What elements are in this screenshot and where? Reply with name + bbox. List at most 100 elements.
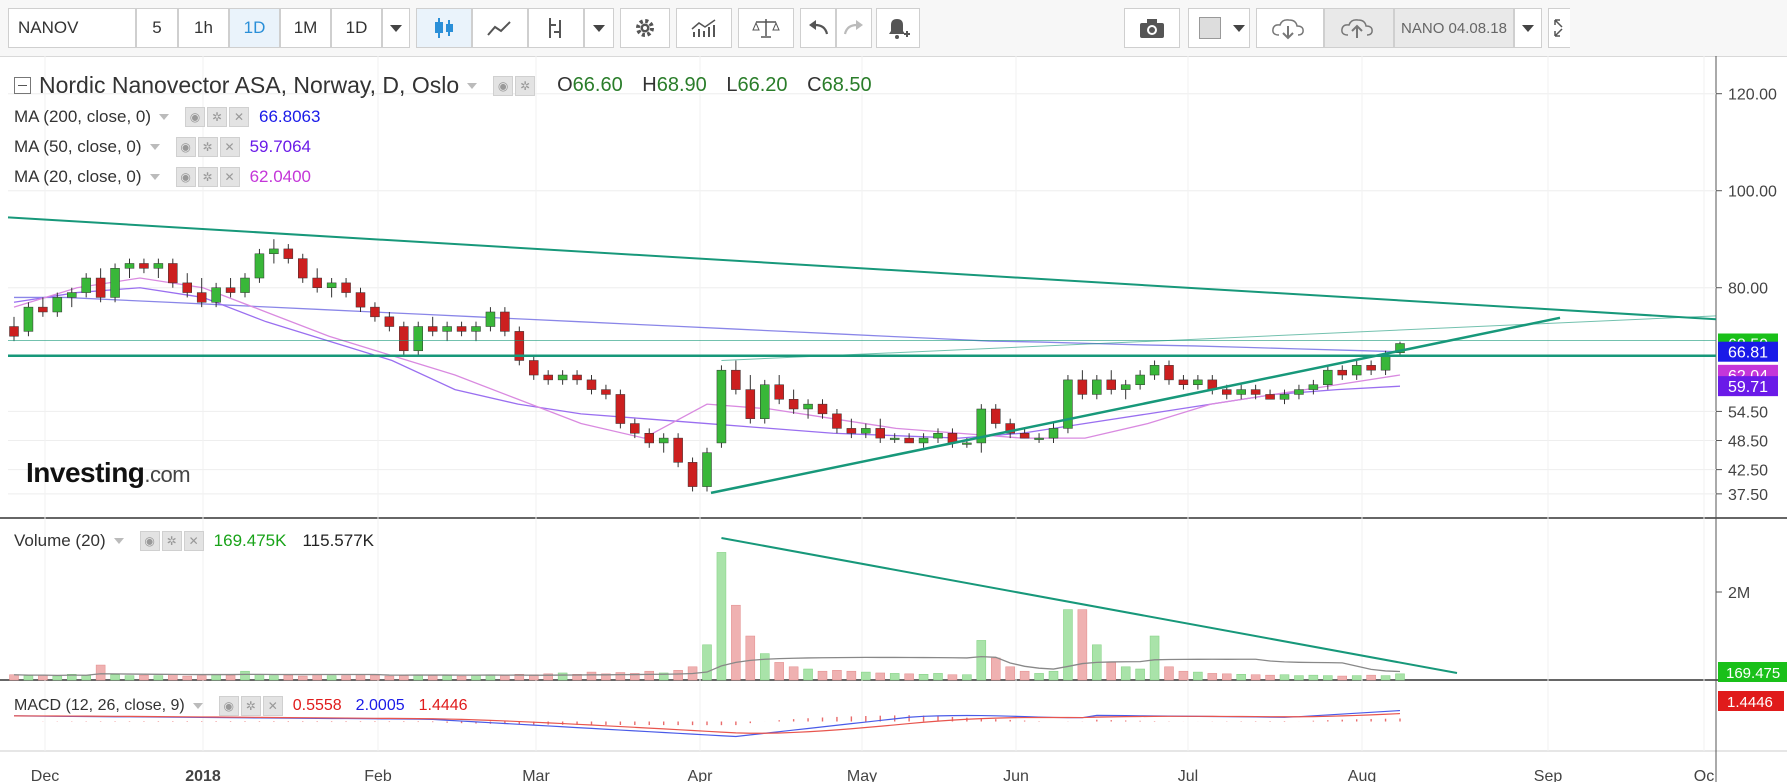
macd-histogram-value: 0.5558	[292, 697, 342, 714]
interval-1d-button[interactable]: 1D	[229, 8, 280, 48]
volume-bar	[81, 675, 91, 681]
eye-icon[interactable]: ◉	[185, 107, 206, 127]
eye-icon[interactable]: ◉	[175, 167, 196, 187]
chart-style-candles-button[interactable]	[416, 8, 472, 48]
volume-bar	[1380, 675, 1391, 681]
eye-icon[interactable]: ◉	[218, 696, 239, 716]
chart-grid	[0, 56, 1787, 782]
close-icon[interactable]: ✕	[219, 167, 240, 187]
candle-body	[1106, 379, 1116, 390]
chevron-down-icon[interactable]	[467, 82, 478, 89]
fullscreen-button[interactable]	[1548, 8, 1570, 48]
chevron-down-icon[interactable]	[192, 703, 203, 709]
candle-body	[543, 374, 553, 381]
chart-area[interactable]: 120.00 100.00 80.00 54.50 48.50 42.50 37.50 Dec…	[0, 56, 1787, 782]
candle-body	[95, 277, 106, 298]
candle-body	[1323, 369, 1333, 385]
studies-icon	[691, 19, 716, 37]
saved-layout-dropdown[interactable]	[1514, 8, 1542, 48]
chevron-down-icon	[593, 24, 605, 32]
candle-body	[1120, 384, 1131, 390]
volume-bar	[933, 673, 943, 681]
chart-style-dropdown[interactable]	[584, 8, 614, 48]
gear-icon[interactable]: ✲	[197, 137, 218, 157]
save-chart-button[interactable]	[1324, 8, 1394, 48]
legend-controls: ◉ ✲ ✕	[185, 107, 250, 127]
volume-bar	[196, 675, 207, 681]
interval-custom-button[interactable]: 1D	[331, 8, 382, 48]
legend-controls: ◉ ✲	[493, 75, 536, 96]
candle-body	[817, 403, 828, 415]
volume-bar	[1236, 674, 1246, 681]
compare-button[interactable]	[738, 8, 794, 48]
candle-body	[1380, 355, 1391, 371]
load-chart-button[interactable]	[1256, 8, 1324, 48]
volume-bar	[110, 674, 120, 681]
volume-bar	[586, 671, 597, 681]
collapse-icon[interactable]	[14, 77, 31, 94]
interval-5-button[interactable]: 5	[136, 8, 178, 48]
alert-button[interactable]	[876, 8, 920, 48]
volume-value: 169.475K	[213, 531, 287, 550]
gear-icon[interactable]: ✲	[207, 107, 228, 127]
eye-icon[interactable]: ◉	[175, 137, 196, 157]
candle-body	[529, 360, 539, 376]
volume-bar	[355, 674, 366, 681]
volume-legend: Volume (20) ◉ ✲ ✕ 169.475K 115.577K	[14, 531, 374, 551]
candle-body	[1077, 379, 1088, 395]
volume-bar	[269, 675, 279, 681]
ma50-legend: MA (50, close, 0) ◉ ✲ ✕ 59.7064	[14, 137, 311, 157]
undo-button[interactable]	[800, 8, 836, 48]
volume-bar	[1337, 675, 1347, 681]
candle-body	[442, 326, 452, 332]
interval-dropdown-button[interactable]	[382, 8, 410, 48]
interval-1h-button[interactable]: 1h	[178, 8, 229, 48]
volume-bar	[1351, 675, 1362, 681]
chart-style-line-button[interactable]	[472, 8, 528, 48]
candle-body	[1092, 379, 1102, 395]
close-icon[interactable]: ✕	[262, 696, 283, 716]
close-icon[interactable]: ✕	[183, 531, 204, 551]
moving-average-lines	[13, 277, 1401, 439]
volume-bar	[1222, 673, 1232, 681]
eye-icon[interactable]: ◉	[493, 75, 514, 96]
candle-body	[630, 423, 640, 434]
color-picker-button[interactable]	[1188, 8, 1250, 48]
volume-bar	[1279, 674, 1290, 681]
gear-icon[interactable]: ✲	[197, 167, 218, 187]
close-label: C	[807, 74, 822, 96]
volume-bar	[240, 670, 250, 681]
candle-body	[38, 306, 48, 313]
studies-button[interactable]	[676, 8, 732, 48]
gear-icon[interactable]: ✲	[161, 531, 182, 551]
chevron-down-icon[interactable]	[159, 114, 170, 120]
line-chart-icon	[487, 21, 511, 36]
volume-bar	[1265, 674, 1275, 681]
candle-body	[153, 263, 164, 269]
settings-button[interactable]	[620, 8, 670, 48]
screenshot-button[interactable]	[1124, 8, 1180, 48]
chevron-down-icon[interactable]	[149, 144, 160, 150]
gear-icon[interactable]: ✲	[515, 75, 536, 96]
saved-layout-label[interactable]: NANO 04.08.18	[1394, 8, 1514, 48]
volume-bar	[1019, 670, 1030, 681]
redo-button[interactable]	[836, 8, 872, 48]
candle-body	[1222, 389, 1232, 395]
chevron-down-icon[interactable]	[149, 174, 160, 180]
volume-bar	[254, 674, 265, 681]
gear-icon[interactable]: ✲	[240, 696, 261, 716]
indicators-button[interactable]	[528, 8, 584, 48]
volume-bar	[846, 670, 857, 681]
candle-body	[615, 394, 626, 424]
symbol-input[interactable]: NANOV	[8, 8, 136, 48]
close-icon[interactable]: ✕	[229, 107, 250, 127]
close-icon[interactable]: ✕	[219, 137, 240, 157]
eye-icon[interactable]: ◉	[139, 531, 160, 551]
channel-line	[721, 315, 1717, 361]
volume-bar	[1178, 670, 1189, 681]
chevron-down-icon[interactable]	[113, 538, 124, 544]
fullscreen-icon	[1553, 19, 1563, 37]
candle-body	[875, 428, 885, 439]
candle-body	[67, 292, 77, 298]
interval-1m-button[interactable]: 1M	[280, 8, 331, 48]
